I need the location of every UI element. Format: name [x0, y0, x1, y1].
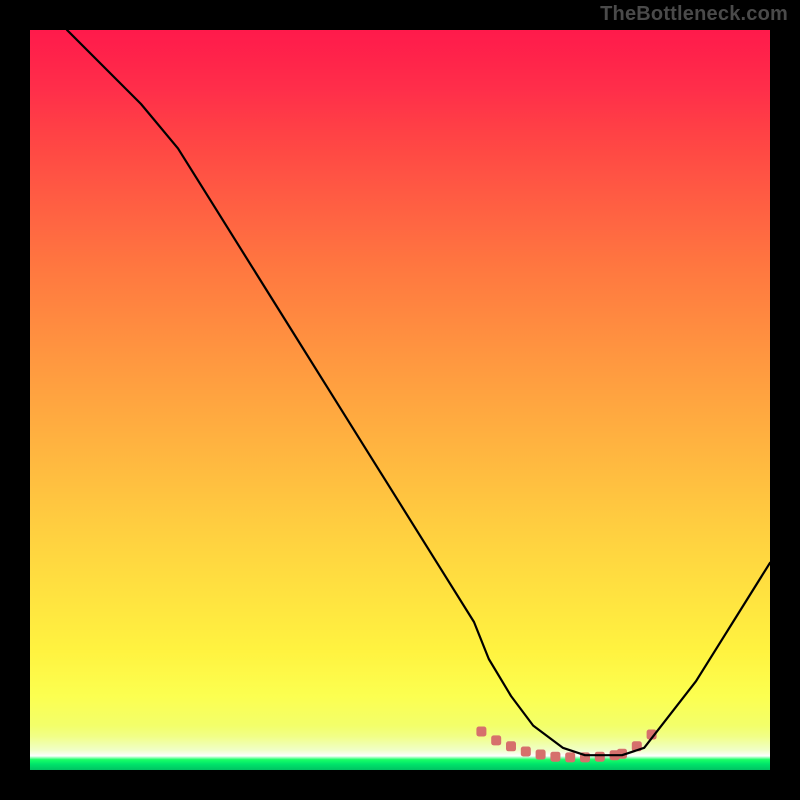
optimal-marker	[506, 741, 516, 751]
optimal-zone-markers	[476, 727, 656, 763]
plot-area	[30, 30, 770, 770]
bottleneck-curve	[67, 30, 770, 755]
watermark-text: TheBottleneck.com	[600, 3, 788, 26]
optimal-marker	[595, 752, 605, 762]
chart-frame: TheBottleneck.com	[0, 0, 800, 800]
optimal-marker	[550, 752, 560, 762]
chart-svg	[30, 30, 770, 770]
optimal-marker	[536, 750, 546, 760]
optimal-marker	[476, 727, 486, 737]
optimal-marker	[565, 752, 575, 762]
optimal-marker	[521, 747, 531, 757]
optimal-marker	[491, 735, 501, 745]
